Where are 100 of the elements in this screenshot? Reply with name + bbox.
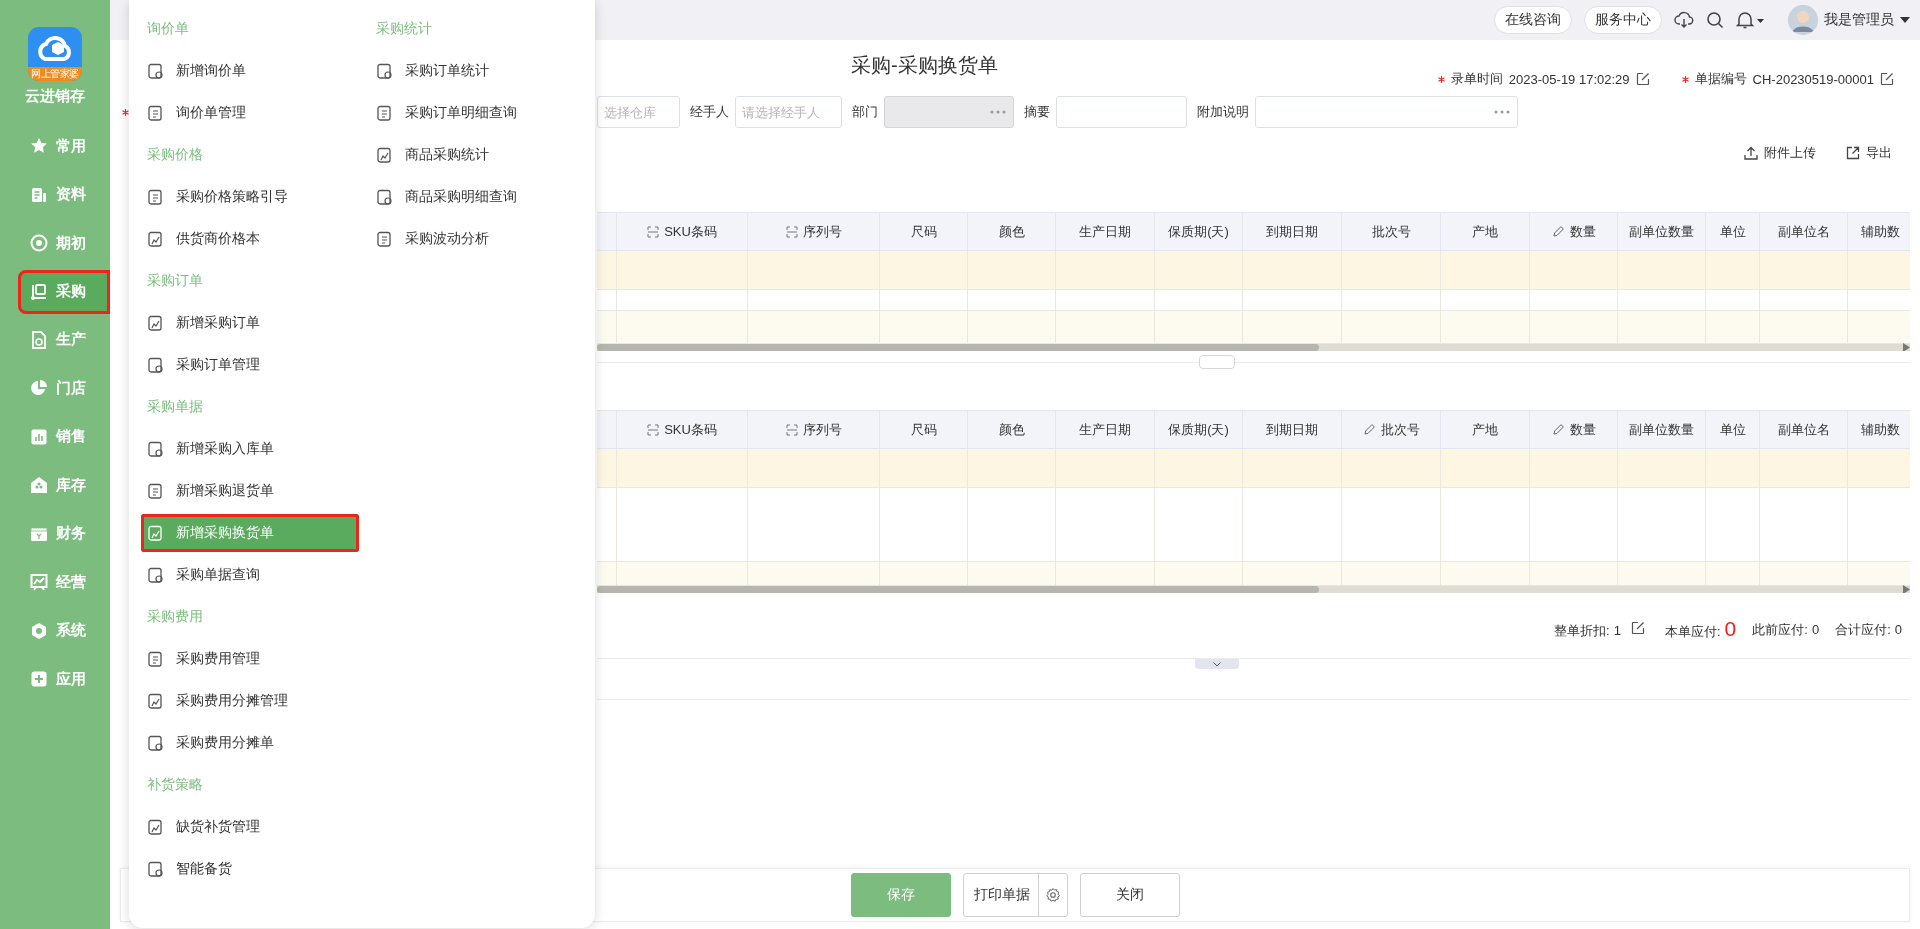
column-header[interactable]: SKU条码 — [617, 213, 748, 250]
column-header[interactable]: 辅助数 — [1848, 411, 1910, 448]
export-icon — [1846, 146, 1860, 160]
menu-item[interactable]: 采购波动分析 — [370, 218, 588, 260]
menu-item[interactable]: 采购订单管理 — [141, 344, 359, 386]
column-header[interactable]: 保质期(天) — [1155, 213, 1243, 250]
menu-item[interactable]: 采购费用分摊管理 — [141, 680, 359, 722]
menu-item[interactable]: 商品采购明细查询 — [370, 176, 588, 218]
column-header[interactable]: 产地 — [1441, 213, 1530, 250]
avatar[interactable] — [1788, 5, 1818, 35]
upload-icon — [1744, 146, 1758, 160]
document-icon — [376, 104, 393, 122]
menu-item[interactable]: 采购费用分摊单 — [141, 722, 359, 764]
edit-icon[interactable] — [1880, 72, 1894, 86]
column-header[interactable]: 尺码 — [880, 411, 968, 448]
input-field[interactable] — [1056, 96, 1187, 128]
document-icon — [376, 146, 393, 164]
field-value: CH-20230519-00001 — [1752, 71, 1874, 87]
notification-icon[interactable] — [1736, 11, 1766, 29]
scroll-arrow-icon[interactable] — [1902, 343, 1910, 351]
column-header[interactable]: 批次号 — [1342, 213, 1441, 250]
toolbar-button[interactable]: 导出 — [1846, 142, 1892, 164]
menu-item[interactable]: 供货商价格本 — [141, 218, 359, 260]
column-header[interactable]: 副单位名 — [1760, 411, 1848, 448]
column-header[interactable]: 数量 — [1530, 213, 1618, 250]
menu-item[interactable]: 新增询价单 — [141, 50, 359, 92]
document-icon — [147, 734, 164, 752]
column-header[interactable]: 数量 — [1530, 411, 1618, 448]
menu-item[interactable]: 商品采购统计 — [370, 134, 588, 176]
app-name: 云进销存 — [25, 87, 85, 106]
document-icon — [147, 482, 164, 500]
column-header[interactable]: 单位 — [1706, 213, 1760, 250]
document-icon — [376, 230, 393, 248]
column-header[interactable]: 产地 — [1441, 411, 1530, 448]
column-header[interactable]: SKU条码 — [617, 411, 748, 448]
column-header[interactable]: 生产日期 — [1056, 411, 1155, 448]
cloud-download-icon[interactable] — [1674, 11, 1694, 29]
menu-item[interactable]: 新增采购入库单 — [141, 428, 359, 470]
summary-value: 0 — [1724, 619, 1737, 638]
column-header[interactable]: 尺码 — [880, 213, 968, 250]
column-header[interactable]: 单位 — [1706, 411, 1760, 448]
summary-value: 0 — [1811, 622, 1820, 637]
input-field[interactable] — [1255, 96, 1518, 128]
document-icon — [147, 104, 164, 122]
document-icon — [147, 692, 164, 710]
column-header[interactable]: 副单位数量 — [1618, 213, 1706, 250]
column-header[interactable]: 到期日期 — [1243, 411, 1342, 448]
menu-item[interactable]: 采购价格策略引导 — [141, 176, 359, 218]
column-header[interactable]: 辅助数 — [1848, 213, 1910, 250]
header-link[interactable]: 在线咨询 — [1494, 6, 1572, 34]
column-header[interactable]: 副单位数量 — [1618, 411, 1706, 448]
field-label: 附加说明 — [1197, 103, 1249, 121]
menu-item[interactable]: 询价单管理 — [141, 92, 359, 134]
close-button[interactable]: 关闭 — [1079, 873, 1180, 917]
pencil-icon — [1362, 423, 1376, 436]
menu-item[interactable]: 采购订单统计 — [370, 50, 588, 92]
search-icon[interactable] — [1706, 11, 1724, 29]
column-header[interactable]: 序列号 — [748, 411, 880, 448]
print-button[interactable]: 打印单据 — [962, 873, 1068, 917]
scrollbar[interactable] — [597, 344, 1910, 351]
column-header[interactable]: 副单位名 — [1760, 213, 1848, 250]
menu-item[interactable]: 缺货补货管理 — [141, 806, 359, 848]
edit-icon[interactable] — [1635, 72, 1650, 86]
input-field[interactable]: 选择仓库 — [597, 96, 680, 128]
page-title: 采购-采购换货单 — [851, 52, 998, 78]
field-label: 录单时间 — [1450, 70, 1503, 88]
menu-item[interactable]: 采购单据查询 — [141, 554, 359, 596]
menu-item[interactable]: 新增采购退货单 — [141, 470, 359, 512]
menu-item[interactable]: 新增采购订单 — [141, 302, 359, 344]
field-label: 经手人 — [690, 103, 729, 121]
scan-icon — [785, 225, 798, 238]
column-header[interactable]: 颜色 — [968, 213, 1056, 250]
toolbar-button[interactable]: 附件上传 — [1744, 142, 1816, 164]
settings-icon[interactable] — [1044, 887, 1061, 903]
header-link[interactable]: 服务中心 — [1584, 6, 1662, 34]
column-header[interactable]: 序列号 — [748, 213, 880, 250]
menu-heading: 采购订单 — [146, 271, 204, 290]
user-name[interactable]: 我是管理员 — [1824, 11, 1894, 29]
caret-icon[interactable] — [1900, 17, 1910, 23]
edit-icon[interactable] — [1630, 620, 1645, 635]
document-icon — [147, 650, 164, 668]
more-icon[interactable] — [1494, 110, 1510, 114]
column-header[interactable]: 保质期(天) — [1155, 411, 1243, 448]
menu-heading: 采购费用 — [146, 607, 204, 626]
scroll-arrow-icon[interactable] — [1902, 585, 1910, 593]
scrollbar[interactable] — [597, 586, 1910, 593]
more-icon[interactable] — [990, 110, 1006, 114]
input-field[interactable]: 请选择经手人 — [735, 96, 842, 128]
resize-handle[interactable] — [1199, 355, 1235, 369]
menu-heading: 采购价格 — [146, 145, 204, 164]
column-header[interactable]: 颜色 — [968, 411, 1056, 448]
menu-item[interactable]: 采购订单明细查询 — [370, 92, 588, 134]
field-value: 2023-05-19 17:02:29 — [1508, 71, 1630, 87]
column-header[interactable]: 批次号 — [1342, 411, 1441, 448]
document-icon — [147, 62, 164, 80]
menu-item[interactable]: 智能备货 — [141, 848, 359, 890]
nav-icon — [30, 330, 48, 349]
column-header[interactable]: 生产日期 — [1056, 213, 1155, 250]
menu-item[interactable]: 采购费用管理 — [141, 638, 359, 680]
column-header[interactable]: 到期日期 — [1243, 213, 1342, 250]
